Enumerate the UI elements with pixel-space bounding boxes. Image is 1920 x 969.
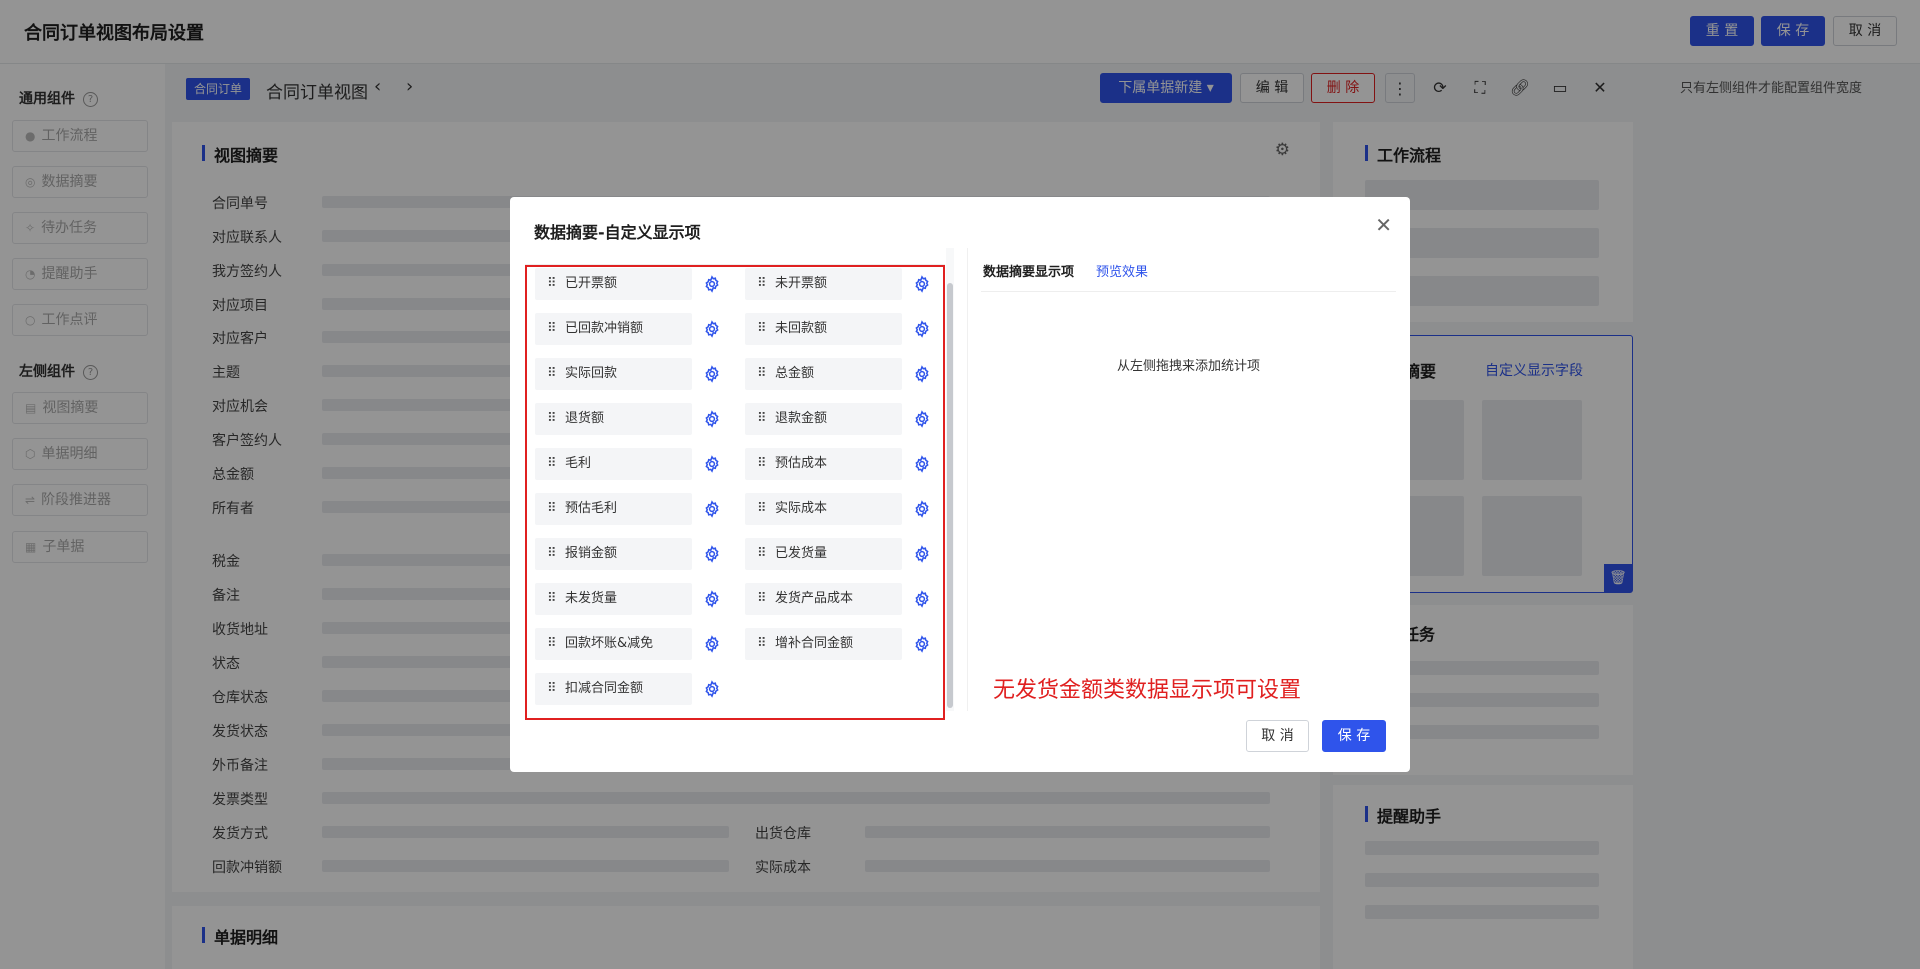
summary-item-chip[interactable]: ⠿ 增补合同金额 (745, 628, 902, 660)
summary-item-label: 未回款额 (775, 321, 828, 336)
drag-handle-icon[interactable]: ⠿ (547, 448, 556, 480)
summary-item-chip[interactable]: ⠿ 毛利 (535, 448, 692, 480)
summary-item-label: 总金额 (775, 366, 815, 381)
drag-handle-icon[interactable]: ⠿ (757, 403, 766, 435)
summary-item-label: 已发货量 (775, 546, 828, 561)
annotation-note: 无发货金额类数据显示项可设置 (993, 678, 1302, 703)
drag-handle-icon[interactable]: ⠿ (757, 538, 766, 570)
drag-handle-icon[interactable]: ⠿ (757, 448, 766, 480)
drag-handle-icon[interactable]: ⠿ (547, 403, 556, 435)
summary-item-chip[interactable]: ⠿ 预估成本 (745, 448, 902, 480)
summary-item-chip[interactable]: ⠿ 回款坏账&减免 (535, 628, 692, 660)
summary-item-chip[interactable]: ⠿ 实际成本 (745, 493, 902, 525)
custom-display-modal: 数据摘要-自定义显示项 ✕ ⠿ 已开票额 ⠿ 未开票额 ⠿ 已回款冲销额 ⠿ 未回款额 ⠿ 实际回… (510, 197, 1410, 772)
gear-icon[interactable] (913, 590, 931, 608)
modal-save-button[interactable]: 保 存 (1322, 720, 1386, 752)
gear-icon[interactable] (913, 275, 931, 293)
tab-display-items[interactable]: 数据摘要显示项 (983, 261, 1074, 280)
summary-item-chip[interactable]: ⠿ 已开票额 (535, 268, 692, 300)
summary-item-chip[interactable]: ⠿ 总金额 (745, 358, 902, 390)
summary-item-chip[interactable]: ⠿ 退货额 (535, 403, 692, 435)
summary-item-label: 已回款冲销额 (565, 321, 644, 336)
gear-icon[interactable] (913, 500, 931, 518)
modal-cancel-button[interactable]: 取 消 (1246, 720, 1309, 752)
gear-icon[interactable] (703, 545, 721, 563)
summary-item-chip[interactable]: ⠿ 已发货量 (745, 538, 902, 570)
summary-item-chip[interactable]: ⠿ 退款金额 (745, 403, 902, 435)
summary-item-label: 毛利 (565, 456, 592, 471)
gear-icon[interactable] (703, 320, 721, 338)
summary-item-chip[interactable]: ⠿ 扣减合同金额 (535, 673, 692, 705)
summary-item-label: 实际成本 (775, 501, 828, 516)
summary-item-label: 未发货量 (565, 591, 618, 606)
modal-title: 数据摘要-自定义显示项 (534, 223, 701, 242)
summary-item-label: 预估成本 (775, 456, 828, 471)
drag-handle-icon[interactable]: ⠿ (547, 493, 556, 525)
summary-item-label: 已开票额 (565, 276, 618, 291)
available-items-list: ⠿ 已开票额 ⠿ 未开票额 ⠿ 已回款冲销额 ⠿ 未回款额 ⠿ 实际回款 ⠿ 总金额 ⠿ 退货额 ⠿ 退款金额… (525, 265, 945, 720)
summary-item-label: 未开票额 (775, 276, 828, 291)
drag-handle-icon[interactable]: ⠿ (547, 583, 556, 615)
gear-icon[interactable] (913, 635, 931, 653)
gear-icon[interactable] (703, 680, 721, 698)
gear-icon[interactable] (703, 590, 721, 608)
summary-item-label: 回款坏账&减免 (565, 636, 654, 651)
summary-item-label: 预估毛利 (565, 501, 618, 516)
gear-icon[interactable] (703, 635, 721, 653)
summary-item-chip[interactable]: ⠿ 未发货量 (535, 583, 692, 615)
summary-item-label: 退货额 (565, 411, 605, 426)
summary-item-label: 发货产品成本 (775, 591, 854, 606)
summary-item-label: 报销金额 (565, 546, 618, 561)
summary-item-chip[interactable]: ⠿ 预估毛利 (535, 493, 692, 525)
gear-icon[interactable] (913, 545, 931, 563)
summary-item-chip[interactable]: ⠿ 发货产品成本 (745, 583, 902, 615)
drag-handle-icon[interactable]: ⠿ (757, 358, 766, 390)
gear-icon[interactable] (913, 455, 931, 473)
gear-icon[interactable] (703, 500, 721, 518)
summary-item-chip[interactable]: ⠿ 未回款额 (745, 313, 902, 345)
drag-handle-icon[interactable]: ⠿ (547, 538, 556, 570)
gear-icon[interactable] (703, 410, 721, 428)
gear-icon[interactable] (703, 455, 721, 473)
summary-item-chip[interactable]: ⠿ 未开票额 (745, 268, 902, 300)
gear-icon[interactable] (703, 275, 721, 293)
scrollbar-track (946, 248, 954, 711)
gear-icon[interactable] (913, 320, 931, 338)
drag-handle-icon[interactable]: ⠿ (757, 268, 766, 300)
tab-preview[interactable]: 预览效果 (1096, 261, 1148, 280)
drag-handle-icon[interactable]: ⠿ (757, 313, 766, 345)
drag-handle-icon[interactable]: ⠿ (547, 358, 556, 390)
summary-item-label: 扣减合同金额 (565, 681, 644, 696)
scrollbar-thumb[interactable] (947, 283, 953, 708)
drag-handle-icon[interactable]: ⠿ (757, 493, 766, 525)
summary-item-chip[interactable]: ⠿ 实际回款 (535, 358, 692, 390)
drag-handle-icon[interactable]: ⠿ (547, 628, 556, 660)
gear-icon[interactable] (703, 365, 721, 383)
drag-handle-icon[interactable]: ⠿ (757, 628, 766, 660)
summary-item-label: 实际回款 (565, 366, 618, 381)
gear-icon[interactable] (913, 410, 931, 428)
gear-icon[interactable] (913, 365, 931, 383)
summary-item-chip[interactable]: ⠿ 报销金额 (535, 538, 692, 570)
drag-handle-icon[interactable]: ⠿ (757, 583, 766, 615)
summary-item-chip[interactable]: ⠿ 已回款冲销额 (535, 313, 692, 345)
summary-item-label: 退款金额 (775, 411, 828, 426)
drag-handle-icon[interactable]: ⠿ (547, 313, 556, 345)
drag-handle-icon[interactable]: ⠿ (547, 673, 556, 705)
drag-handle-icon[interactable]: ⠿ (547, 268, 556, 300)
close-icon[interactable]: ✕ (1375, 213, 1392, 237)
empty-drop-hint: 从左侧拖拽来添加统计项 (1116, 359, 1260, 374)
summary-item-label: 增补合同金额 (775, 636, 854, 651)
